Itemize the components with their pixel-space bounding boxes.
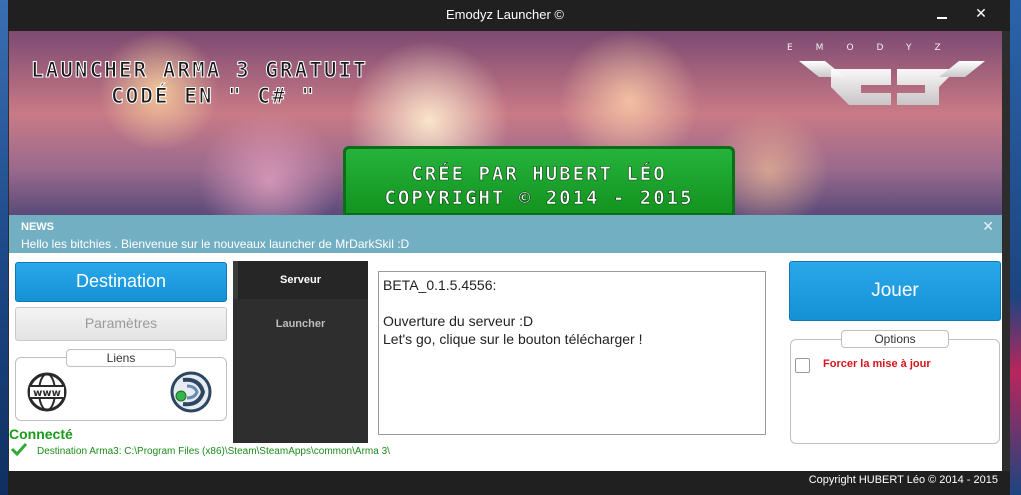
parametres-button[interactable]: Paramètres <box>15 307 227 341</box>
emodyz-logo: EMODYZ <box>787 43 997 105</box>
www-icon[interactable]: www <box>27 372 67 412</box>
desktop-background-left <box>0 0 8 495</box>
news-close-button[interactable]: ✕ <box>982 219 994 235</box>
info-line-blank <box>383 294 761 312</box>
jouer-button[interactable]: Jouer <box>789 261 1001 321</box>
svg-text:www: www <box>33 388 61 399</box>
banner-title-line2: CODÉ EN " C# " <box>111 84 317 109</box>
close-button[interactable]: ✕ <box>958 2 1004 26</box>
options-label: Options <box>841 330 949 348</box>
desktop-background-right <box>1009 0 1021 495</box>
teamspeak-icon[interactable] <box>169 370 213 414</box>
credit-line1: CRÉE PAR HUBERT LÉO <box>411 163 667 186</box>
force-update-label[interactable]: Forcer la mise à jour <box>823 358 931 370</box>
title-bar[interactable]: Emodyz Launcher © ✕ <box>0 0 1010 31</box>
info-line-version: BETA_0.1.5.4556: <box>383 277 497 293</box>
news-bar: NEWS Hello les bitchies . Bienvenue sur … <box>9 215 1002 253</box>
window-title: Emodyz Launcher © <box>446 7 564 22</box>
news-title: NEWS <box>21 221 54 233</box>
info-line-cta: Let's go, clique sur le bouton télécharg… <box>383 331 643 347</box>
banner: LAUNCHER ARMA 3 GRATUIT CODÉ EN " C# " E… <box>9 31 1002 215</box>
connection-status: Connecté <box>9 426 73 442</box>
liens-label: Liens <box>66 349 176 367</box>
credit-line2: COPYRIGHT © 2014 - 2015 <box>384 187 694 210</box>
info-line-opening: Ouverture du serveur :D <box>383 313 534 329</box>
side-navigation: Serveur Launcher <box>233 261 368 443</box>
destination-path: Destination Arma3: C:\Program Files (x86… <box>37 446 390 457</box>
checkmark-icon <box>11 442 27 456</box>
client-area: LAUNCHER ARMA 3 GRATUIT CODÉ EN " C# " E… <box>9 31 1002 471</box>
destination-button[interactable]: Destination <box>15 262 227 302</box>
logo-letters: EMODYZ <box>787 43 964 53</box>
credit-box: CRÉE PAR HUBERT LÉO COPYRIGHT © 2014 - 2… <box>343 146 735 215</box>
nav-serveur[interactable]: Serveur <box>233 261 368 299</box>
server-info-textbox[interactable]: BETA_0.1.5.4556: Ouverture du serveur :D… <box>378 271 766 435</box>
force-update-checkbox[interactable] <box>795 358 810 373</box>
banner-title-line1: LAUNCHER ARMA 3 GRATUIT <box>31 58 368 83</box>
banner-title: LAUNCHER ARMA 3 GRATUIT CODÉ EN " C# " <box>31 57 368 109</box>
launcher-window: Emodyz Launcher © ✕ LAUNCHER ARMA 3 GRAT… <box>0 0 1010 495</box>
status-bar: Copyright HUBERT Léo © 2014 - 2015 <box>0 471 1010 495</box>
nav-launcher[interactable]: Launcher <box>233 305 368 343</box>
minimize-button[interactable] <box>928 6 956 26</box>
copyright-text: Copyright HUBERT Léo © 2014 - 2015 <box>808 474 998 486</box>
news-message: Hello les bitchies . Bienvenue sur le no… <box>21 237 410 251</box>
options-group <box>790 339 1000 444</box>
